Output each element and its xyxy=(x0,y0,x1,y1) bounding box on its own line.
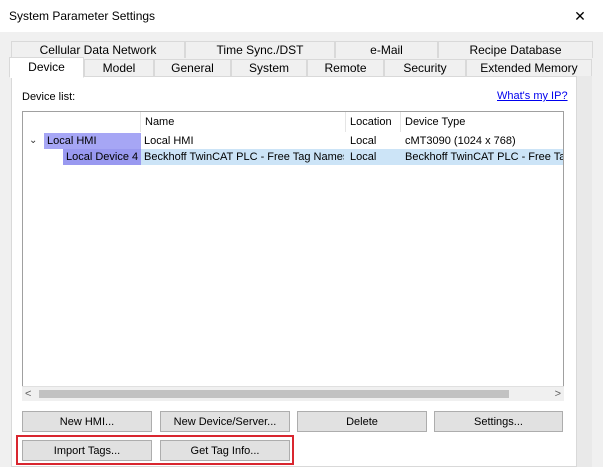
device-list-grid[interactable]: Name Location Device Type ⌄ Local HMI Lo… xyxy=(22,111,564,401)
cell-device-type: Beckhoff TwinCAT PLC - Free Ta xyxy=(405,151,563,163)
tab-extended-memory[interactable]: Extended Memory xyxy=(466,59,592,76)
tab-label: Model xyxy=(102,61,136,75)
new-hmi-button[interactable]: New HMI... xyxy=(22,411,152,432)
settings-button[interactable]: Settings... xyxy=(434,411,563,432)
cell-name: Beckhoff TwinCAT PLC - Free Tag Names xyxy=(144,151,344,163)
tab-label: Time Sync./DST xyxy=(216,43,304,57)
tab-time-sync-dst[interactable]: Time Sync./DST xyxy=(185,41,335,58)
table-row[interactable]: ⌄ Local HMI Local HMI Local cMT3090 (102… xyxy=(23,133,563,149)
tab-system[interactable]: System xyxy=(231,59,307,76)
panel-scrollbar[interactable] xyxy=(577,76,592,467)
cell-location: Local xyxy=(350,151,377,163)
window-title: System Parameter Settings xyxy=(9,9,156,23)
tab-general[interactable]: General xyxy=(154,59,231,76)
tab-cellular-data-network[interactable]: Cellular Data Network xyxy=(11,41,185,58)
annotation-highlight-box xyxy=(16,435,294,465)
tab-label: Recipe Database xyxy=(469,43,562,57)
tab-label: Extended Memory xyxy=(480,61,578,75)
column-header-location[interactable]: Location xyxy=(346,112,401,132)
tab-email[interactable]: e-Mail xyxy=(335,41,438,58)
new-device-server-button[interactable]: New Device/Server... xyxy=(160,411,290,432)
close-icon: ✕ xyxy=(574,7,586,24)
scrollbar-thumb[interactable] xyxy=(39,390,509,398)
tab-device[interactable]: Device xyxy=(9,57,84,78)
tab-label: Device xyxy=(28,60,65,74)
table-row[interactable]: Local Device 4 Beckhoff TwinCAT PLC - Fr… xyxy=(23,149,563,165)
delete-button[interactable]: Delete xyxy=(297,411,427,432)
tab-model[interactable]: Model xyxy=(84,59,154,76)
tab-label: System xyxy=(248,61,289,75)
scroll-left-icon[interactable]: < xyxy=(25,387,37,401)
column-header-tree xyxy=(23,112,141,132)
column-header-device-type[interactable]: Device Type xyxy=(401,112,563,132)
title-bar: System Parameter Settings ✕ xyxy=(0,0,603,32)
chevron-down-icon[interactable]: ⌄ xyxy=(29,133,39,149)
cell-location: Local xyxy=(350,135,377,147)
scroll-right-icon[interactable]: > xyxy=(549,387,561,401)
cell-name: Local HMI xyxy=(144,135,194,147)
scrollbar-track[interactable] xyxy=(577,76,592,467)
tab-recipe-database[interactable]: Recipe Database xyxy=(438,41,593,58)
horizontal-scrollbar[interactable]: < > xyxy=(22,386,564,401)
cell-device-type: cMT3090 (1024 x 768) xyxy=(405,135,516,147)
tab-label: Cellular Data Network xyxy=(39,43,157,57)
tab-label: e-Mail xyxy=(370,43,403,57)
tab-label: Security xyxy=(403,61,447,75)
column-header-name[interactable]: Name xyxy=(141,112,346,132)
tree-node-local-hmi[interactable]: Local HMI xyxy=(44,133,141,149)
tab-label: Remote xyxy=(324,61,367,75)
device-list-label: Device list: xyxy=(22,91,76,103)
whats-my-ip-link[interactable]: What's my IP? xyxy=(497,90,568,102)
tab-security[interactable]: Security xyxy=(384,59,466,76)
tree-node-local-device-4[interactable]: Local Device 4 xyxy=(63,149,141,165)
close-button[interactable]: ✕ xyxy=(557,0,603,32)
tab-label: General xyxy=(171,61,214,75)
tab-remote[interactable]: Remote xyxy=(307,59,384,76)
